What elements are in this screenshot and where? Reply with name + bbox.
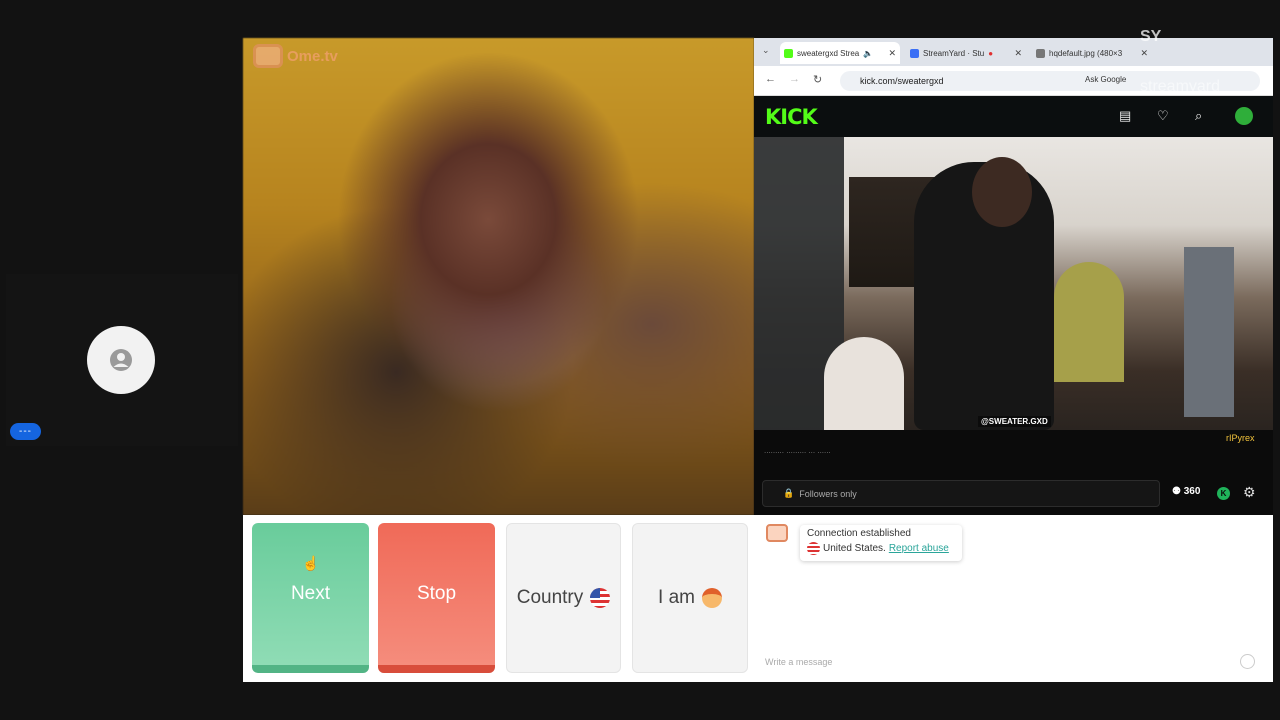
ome-chat-tv-icon bbox=[766, 524, 788, 542]
stream-person bbox=[824, 337, 904, 430]
country-button[interactable]: Country bbox=[506, 523, 621, 673]
kick-badge-icon[interactable]: K bbox=[1217, 487, 1230, 500]
gear-icon[interactable]: ⚙ bbox=[1243, 484, 1256, 501]
clothing-rack bbox=[1184, 247, 1234, 417]
person-face-icon bbox=[701, 588, 722, 608]
connection-message: Connection established United States. Re… bbox=[800, 525, 962, 561]
chat-username[interactable]: rIPyrex bbox=[1226, 433, 1255, 443]
tab-streamyard[interactable]: StreamYard · Stu ● ✕ bbox=[906, 42, 1026, 64]
globe-favicon-icon bbox=[1036, 48, 1045, 58]
users-icon: ⚉ bbox=[1172, 486, 1181, 497]
next-label: Next bbox=[290, 583, 331, 604]
tab-close-icon[interactable]: ✕ bbox=[1140, 48, 1148, 59]
emoji-icon[interactable] bbox=[1240, 654, 1255, 669]
kick-favicon-icon bbox=[784, 48, 793, 58]
kick-logo[interactable]: KICK bbox=[765, 105, 818, 129]
viewer-count-value: 360 bbox=[1183, 486, 1201, 497]
stop-button[interactable]: Stop bbox=[378, 523, 495, 673]
ask-google-button[interactable]: Ask Google bbox=[1085, 75, 1126, 84]
streamyard-logo: SY bbox=[1140, 28, 1162, 45]
ome-logo-text: Ome.tv bbox=[287, 47, 338, 65]
streamyard-watermark: streamyard bbox=[1140, 78, 1221, 95]
us-flag-icon bbox=[590, 588, 611, 608]
i-am-label: I am bbox=[658, 587, 695, 608]
hand-cursor-icon: ☝ bbox=[302, 555, 320, 571]
user-silhouette-icon bbox=[110, 349, 132, 371]
followers-only-label: Followers only bbox=[799, 488, 857, 499]
tab-hqdefault-label: hqdefault.jpg (480×3 bbox=[1049, 48, 1123, 58]
tab-streamyard-label: StreamYard · Stu bbox=[923, 48, 985, 58]
connection-status: Connection established bbox=[807, 528, 911, 539]
streamyard-favicon-icon bbox=[910, 48, 919, 58]
chat-input-followers-only[interactable]: 🔒 Followers only bbox=[762, 480, 1160, 507]
us-flag-icon bbox=[807, 542, 820, 555]
tab-kick[interactable]: sweatergxd Strea 🔈 ✕ bbox=[780, 42, 900, 64]
country-text: United States. bbox=[823, 543, 886, 554]
tab-hqdefault[interactable]: hqdefault.jpg (480×3 ✕ bbox=[1032, 42, 1152, 64]
tab-kick-label: sweatergxd Strea bbox=[797, 48, 860, 58]
chat-message: ......... ......... ... ...... bbox=[764, 446, 831, 455]
stream-person-head bbox=[972, 157, 1032, 227]
report-abuse-link[interactable]: Report abuse bbox=[889, 543, 949, 554]
avatar-user-icon bbox=[87, 326, 155, 394]
back-arrow-icon[interactable]: ← bbox=[765, 73, 776, 85]
next-button[interactable]: Next bbox=[252, 523, 369, 673]
country-label: Country bbox=[516, 587, 584, 608]
viewer-count: ⚉ 360 bbox=[1172, 486, 1200, 497]
lock-icon: 🔒 bbox=[783, 488, 795, 498]
stream-watermark: @SWEATER.GXD bbox=[978, 416, 1051, 427]
tv-icon bbox=[253, 44, 283, 68]
tab-close-icon[interactable]: ✕ bbox=[888, 48, 896, 59]
forward-arrow-icon[interactable]: → bbox=[789, 73, 800, 85]
ome-logo: Ome.tv bbox=[253, 44, 338, 68]
participant-name-pill[interactable]: --- bbox=[10, 423, 41, 440]
stop-label: Stop bbox=[416, 583, 457, 604]
i-am-button[interactable]: I am bbox=[632, 523, 748, 673]
ome-remote-video bbox=[243, 38, 754, 515]
message-input[interactable]: Write a message bbox=[760, 652, 1265, 672]
heart-icon[interactable]: ♡ bbox=[1157, 108, 1169, 124]
stream-info-bar bbox=[754, 430, 1273, 450]
browse-icon[interactable]: ▤ bbox=[1119, 108, 1131, 124]
kick-stream-video[interactable] bbox=[754, 137, 1273, 430]
search-icon[interactable]: ⌕ bbox=[1195, 108, 1202, 124]
reload-icon[interactable]: ↻ bbox=[813, 73, 822, 86]
tab-close-icon[interactable]: ✕ bbox=[1014, 48, 1022, 59]
tab-list-chevron-icon[interactable]: ⌄ bbox=[762, 45, 770, 56]
recording-dot-icon: ● bbox=[988, 48, 994, 58]
speaker-icon: 🔈 bbox=[863, 48, 874, 58]
stream-person bbox=[1054, 262, 1124, 382]
profile-avatar-icon[interactable] bbox=[1235, 107, 1253, 125]
